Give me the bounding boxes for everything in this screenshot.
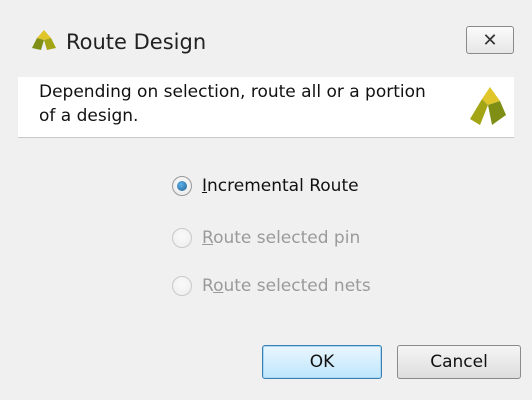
- radio-route-selected-nets[interactable]: Route selected nets: [172, 273, 371, 299]
- close-button[interactable]: ✕: [466, 26, 514, 54]
- title-bar: Route Design ✕: [0, 0, 532, 77]
- route-design-dialog: Route Design ✕ Depending on selection, r…: [0, 0, 532, 400]
- window-frame-right: [514, 0, 532, 400]
- dialog-description: Depending on selection, route all or a p…: [39, 82, 426, 126]
- dialog-header: Depending on selection, route all or a p…: [18, 77, 514, 137]
- radio-label-route-selected-pin: Route selected pin: [202, 228, 361, 248]
- radio-button-disabled[interactable]: [172, 276, 192, 296]
- radio-incremental-route[interactable]: Incremental Route: [172, 173, 359, 199]
- window-frame-left: [0, 0, 18, 400]
- radio-button-disabled[interactable]: [172, 228, 192, 248]
- ok-button[interactable]: OK: [262, 345, 382, 379]
- radio-route-selected-pin[interactable]: Route selected pin: [172, 225, 360, 251]
- cancel-button[interactable]: Cancel: [397, 345, 521, 379]
- radio-label-incremental-route: Incremental Route: [202, 176, 359, 196]
- vivado-logo-icon: [470, 87, 506, 125]
- close-icon: ✕: [482, 29, 498, 51]
- radio-button-checked[interactable]: [172, 176, 192, 196]
- window-title: Route Design: [66, 30, 207, 54]
- radio-label-route-selected-nets: Route selected nets: [202, 276, 371, 296]
- vivado-logo-icon: [32, 30, 56, 50]
